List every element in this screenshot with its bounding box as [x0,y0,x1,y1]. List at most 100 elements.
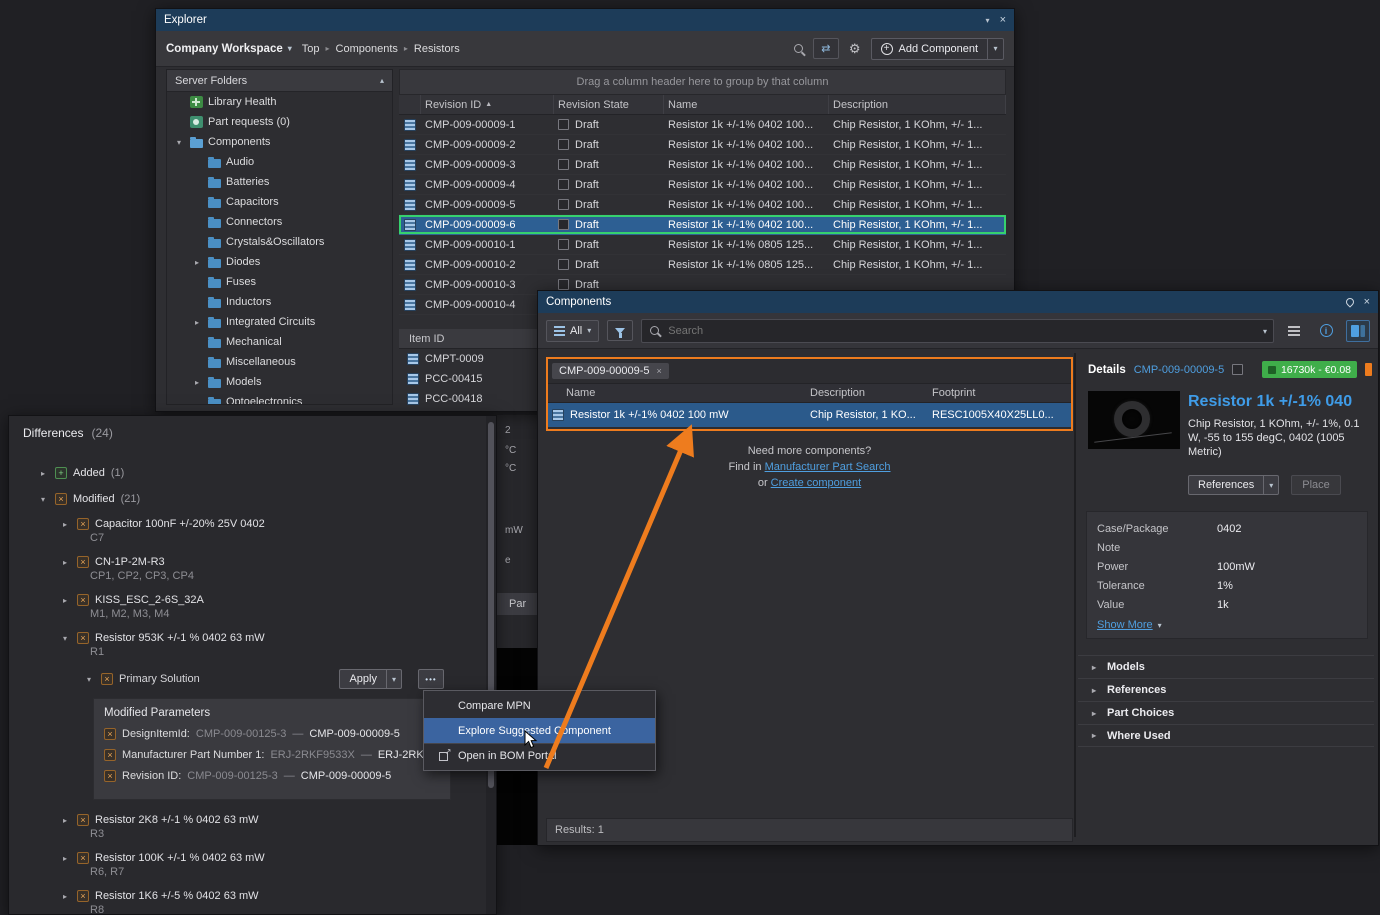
info-toggle-button[interactable] [1314,320,1338,342]
caret-down-icon[interactable]: ▾ [386,670,401,688]
menu-item-compare-mpn[interactable]: Compare MPN [424,693,655,718]
table-row[interactable]: CMP-009-00009-4DraftResistor 1k +/-1% 04… [399,175,1006,195]
pin-icon[interactable] [1344,296,1355,307]
expander-icon[interactable]: ▾ [83,675,95,684]
stock-price-badge[interactable]: 16730k - €0.08 [1262,361,1357,378]
breadcrumb-item-components[interactable]: Components [336,43,398,55]
table-row[interactable]: CMP-009-00009-3DraftResistor 1k +/-1% 04… [399,155,1006,175]
gear-icon[interactable]: ⚙ [849,41,861,57]
breadcrumb-item-top[interactable]: Top [302,43,320,55]
sidebar-item-inductors[interactable]: Inductors [167,292,392,312]
table-row[interactable]: CMP-009-00009-5DraftResistor 1k +/-1% 04… [399,195,1006,215]
sidebar-item-connectors[interactable]: Connectors [167,212,392,232]
show-more-link[interactable]: Show More ▾ [1097,619,1357,631]
expander-icon[interactable]: ▸ [191,378,203,387]
column-header-revision-id[interactable]: Revision ID▲ [421,95,554,114]
result-column-header-name[interactable]: Name [548,387,806,399]
table-row[interactable]: CMP-009-00009-6DraftResistor 1k +/-1% 04… [399,215,1006,235]
result-row[interactable]: Resistor 1k +/-1% 0402 100 mWChip Resist… [548,403,1071,427]
group-by-bar[interactable]: Drag a column header here to group by th… [399,69,1006,95]
collapse-icon[interactable]: ▴ [380,76,384,85]
diff-item-kiss-esc-2-6s-32a[interactable]: ▸×KISS_ESC_2-6S_32AM1, M2, M3, M4 [9,588,486,626]
close-icon[interactable]: × [1364,296,1370,308]
draft-checkbox[interactable] [558,239,569,250]
section-part-choices[interactable]: ▸Part Choices [1078,701,1374,724]
table-row[interactable]: CMP-009-00010-1DraftResistor 1k +/-1% 08… [399,235,1006,255]
panel-menu-icon[interactable]: ▾ [986,16,990,25]
draft-checkbox[interactable] [558,159,569,170]
expander-icon[interactable]: ▸ [59,596,71,605]
filter-button[interactable] [607,320,633,341]
more-options-button[interactable]: ••• [418,669,444,689]
search-icon[interactable] [794,44,803,53]
result-column-header-footprint[interactable]: Footprint [928,387,1071,399]
caret-down-icon[interactable]: ▾ [1263,327,1267,336]
diff-group-added[interactable]: ▸+Added(1) [9,460,486,486]
close-icon[interactable]: × [1000,14,1006,26]
menu-item-open-in-bom-portal[interactable]: Open in BOM Portal [424,743,655,768]
diff-item-resistor-2k8-1-0402-63-mw[interactable]: ▸×Resistor 2K8 +/-1 % 0402 63 mWR3 [9,808,486,846]
sidebar-item-mechanical[interactable]: Mechanical [167,332,392,352]
sync-button[interactable]: ⇄ [813,38,839,59]
expander-icon[interactable]: ▸ [59,520,71,529]
draft-checkbox[interactable] [558,199,569,210]
breadcrumb-item-resistors[interactable]: Resistors [414,43,460,55]
sidebar-item-library-health[interactable]: Library Health [167,92,392,112]
diff-item-cn-1p-2m-r3[interactable]: ▸×CN-1P-2M-R3CP1, CP2, CP3, CP4 [9,550,486,588]
add-component-button[interactable]: Add Component ▾ [871,38,1005,60]
caret-down-icon[interactable]: ▾ [1263,476,1278,494]
sidebar-item-integrated-circuits[interactable]: ▸Integrated Circuits [167,312,392,332]
expander-icon[interactable]: ▸ [59,558,71,567]
expander-icon[interactable]: ▸ [59,892,71,901]
create-component-link[interactable]: Create component [771,477,862,489]
diff-item-resistor-100k-1-0402-63-mw[interactable]: ▸×Resistor 100K +/-1 % 0402 63 mWR6, R7 [9,846,486,884]
diff-item-capacitor-100nf-20-25v-0402[interactable]: ▸×Capacitor 100nF +/-20% 25V 0402C7 [9,512,486,550]
expander-icon[interactable]: ▸ [191,318,203,327]
draft-checkbox[interactable] [558,259,569,270]
table-row[interactable]: CMP-009-00009-2DraftResistor 1k +/-1% 04… [399,135,1006,155]
diff-item-resistor-953k-1-0402-63-mw[interactable]: ▾×Resistor 953K +/-1 % 0402 63 mWR1 [9,626,486,664]
section-models[interactable]: ▸Models [1078,655,1374,678]
column-header-description[interactable]: Description [829,95,1006,114]
expander-icon[interactable]: ▸ [37,469,49,478]
sidebar-item-components[interactable]: ▾Components [167,132,392,152]
category-all-button[interactable]: All ▾ [546,320,599,342]
filter-chip[interactable]: CMP-009-00009-5 × [552,363,669,379]
references-button[interactable]: References ▾ [1188,475,1279,495]
draft-checkbox[interactable] [558,119,569,130]
details-panel-toggle[interactable] [1346,320,1370,342]
scrollbar[interactable] [486,416,496,914]
table-row[interactable]: CMP-009-00010-2DraftResistor 1k +/-1% 08… [399,255,1006,275]
draft-checkbox[interactable] [558,179,569,190]
diff-group-modified[interactable]: ▾×Modified(21) [9,486,486,512]
search-input[interactable] [641,319,1274,343]
sidebar-item-models[interactable]: ▸Models [167,372,392,392]
diff-item-resistor-1k6-5-0402-63-mw[interactable]: ▸×Resistor 1K6 +/-5 % 0402 63 mWR8 [9,884,486,914]
apply-button[interactable]: Apply▾ [339,669,402,689]
expander-icon[interactable]: ▾ [59,634,71,643]
expander-icon[interactable]: ▸ [59,816,71,825]
sidebar-item-optoelectronics[interactable]: Optoelectronics [167,392,392,405]
draft-checkbox[interactable] [558,279,569,290]
sidebar-item-capacitors[interactable]: Capacitors [167,192,392,212]
manufacturer-part-search-link[interactable]: Manufacturer Part Search [765,461,891,473]
details-checkbox[interactable] [1232,364,1243,375]
add-component-dropdown[interactable]: ▾ [987,39,1003,59]
sidebar-item-fuses[interactable]: Fuses [167,272,392,292]
workspace-selector[interactable]: Company Workspace ▾ [166,43,292,55]
result-column-header-description[interactable]: Description [806,387,928,399]
server-folders-header[interactable]: Server Folders ▴ [167,70,392,92]
expander-icon[interactable]: ▾ [173,138,185,147]
place-button[interactable]: Place [1291,475,1341,495]
primary-solution-row[interactable]: ▾×Primary SolutionApply▾••• [9,664,486,694]
sidebar-item-batteries[interactable]: Batteries [167,172,392,192]
draft-checkbox[interactable] [558,219,569,230]
expander-icon[interactable]: ▾ [37,495,49,504]
menu-item-explore-suggested-component[interactable]: Explore Suggested Component [424,718,655,743]
section-references[interactable]: ▸References [1078,678,1374,701]
sidebar-item-miscellaneous[interactable]: Miscellaneous [167,352,392,372]
table-row[interactable]: CMP-009-00009-1DraftResistor 1k +/-1% 04… [399,115,1006,135]
expander-icon[interactable]: ▸ [191,258,203,267]
sidebar-item-part-requests-0[interactable]: Part requests (0) [167,112,392,132]
sidebar-item-crystals-oscillators[interactable]: Crystals&Oscillators [167,232,392,252]
